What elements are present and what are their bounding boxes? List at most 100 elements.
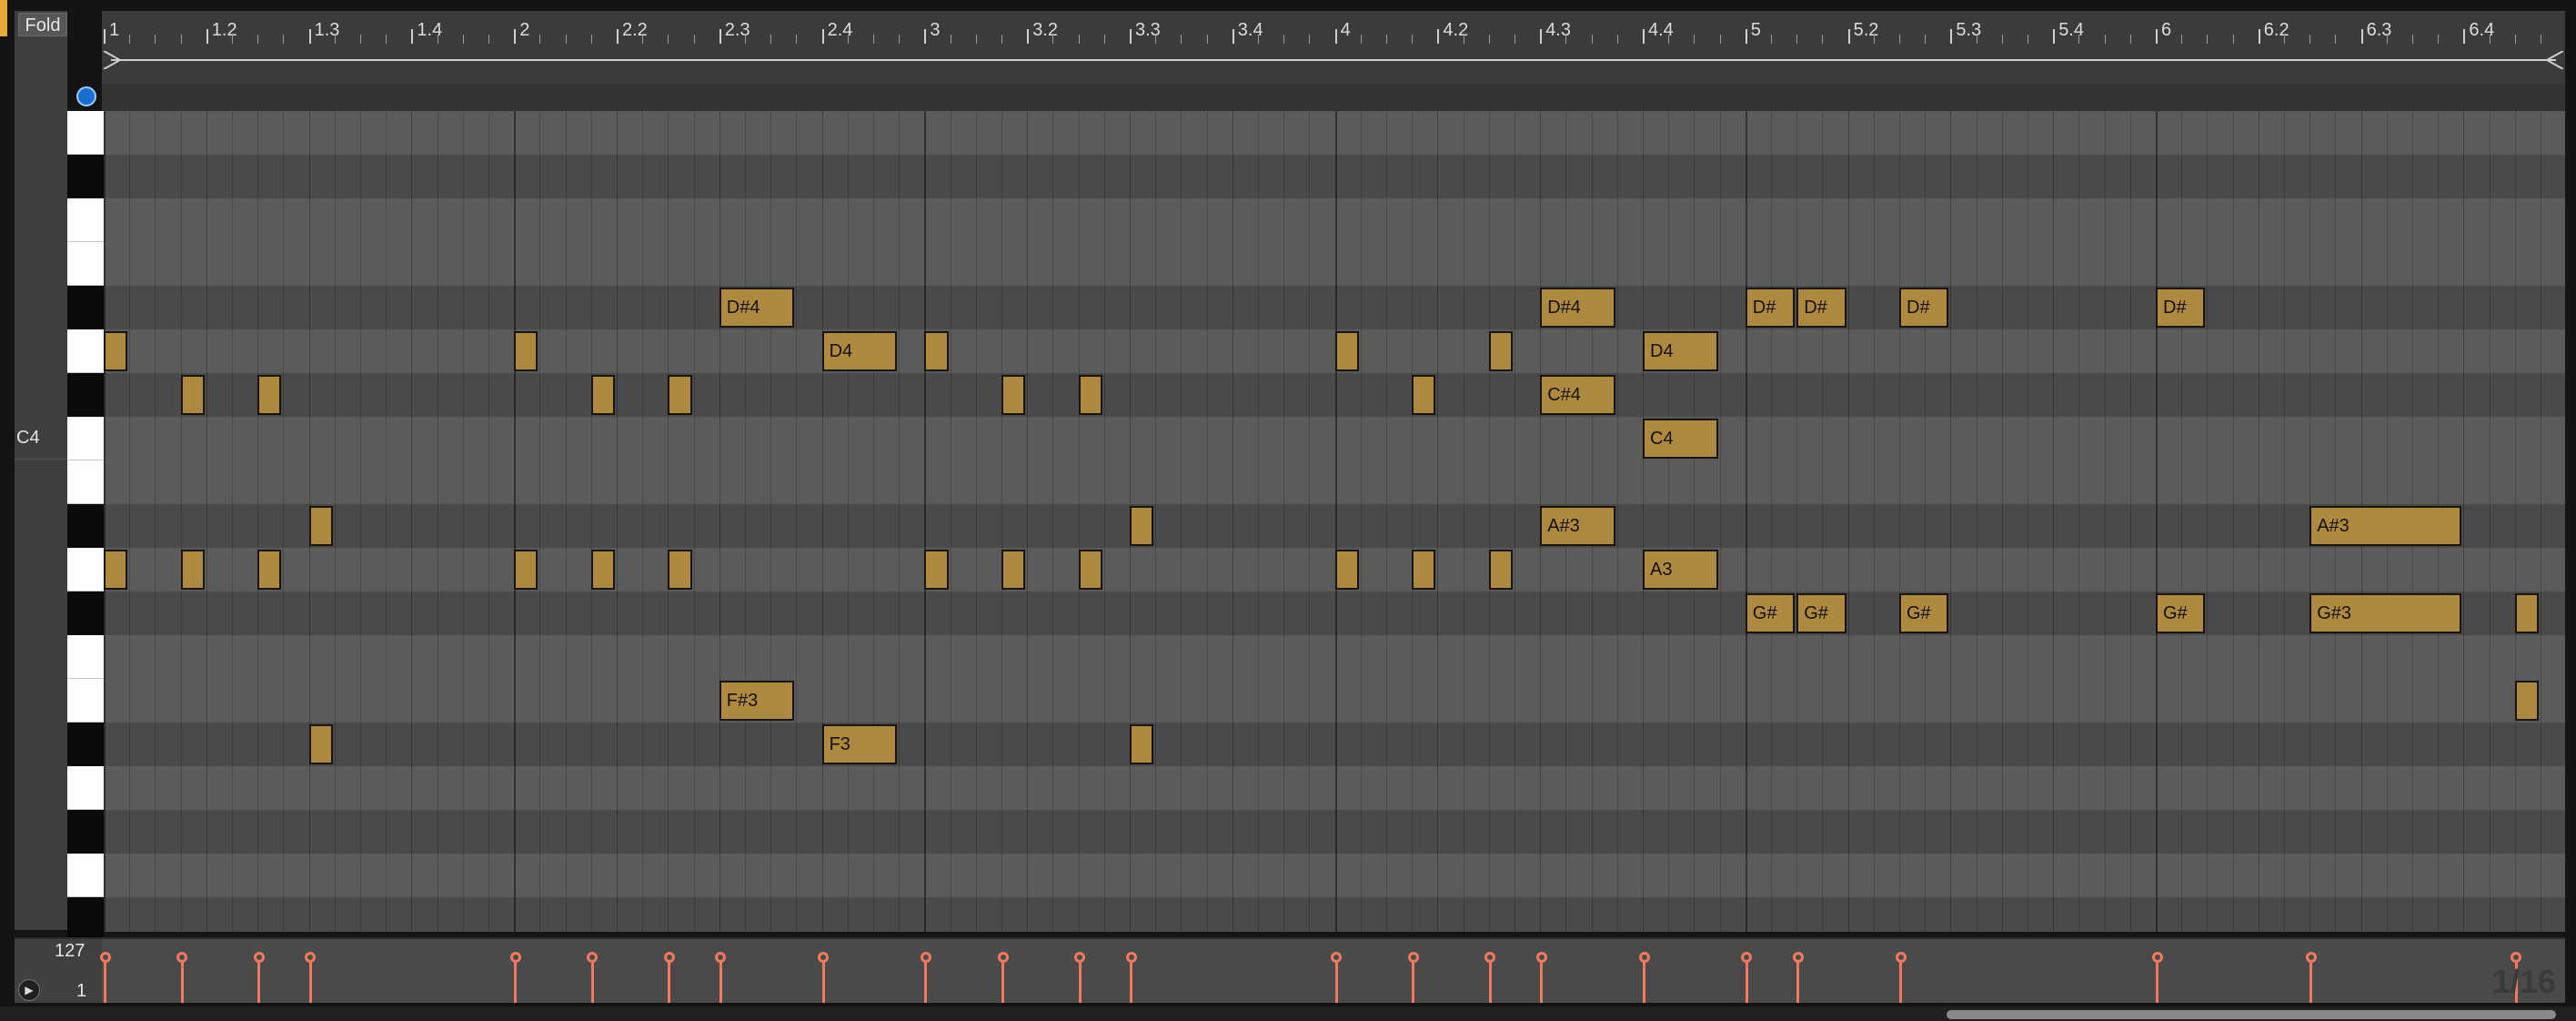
midi-note[interactable]: C#4 — [1540, 375, 1615, 415]
midi-note[interactable] — [924, 550, 949, 590]
midi-note[interactable] — [1412, 550, 1436, 590]
midi-note[interactable] — [514, 331, 538, 371]
white-key[interactable] — [67, 854, 104, 897]
midi-note[interactable]: A#3 — [2309, 506, 2462, 546]
white-key[interactable] — [67, 417, 104, 460]
midi-note[interactable] — [180, 375, 205, 415]
midi-note[interactable] — [1488, 331, 1513, 371]
velocity-handle[interactable] — [253, 952, 265, 963]
velocity-stem[interactable] — [590, 959, 594, 1003]
velocity-stem[interactable] — [924, 959, 928, 1003]
velocity-handle[interactable] — [715, 952, 727, 963]
white-key[interactable] — [67, 766, 104, 810]
black-key[interactable] — [67, 155, 104, 198]
midi-note[interactable] — [1334, 550, 1359, 590]
velocity-handle[interactable] — [1074, 952, 1086, 963]
velocity-handle[interactable] — [1638, 952, 1650, 963]
velocity-handle[interactable] — [176, 952, 188, 963]
scrollbar-thumb[interactable] — [1947, 1010, 2556, 1019]
midi-note[interactable] — [308, 724, 333, 764]
velocity-stem[interactable] — [308, 959, 312, 1003]
velocity-handle[interactable] — [2511, 952, 2522, 963]
fold-button[interactable]: Fold — [18, 13, 67, 36]
white-key[interactable] — [67, 635, 104, 679]
midi-note[interactable]: C4 — [1643, 419, 1718, 459]
velocity-handle[interactable] — [997, 952, 1009, 963]
midi-note[interactable] — [104, 331, 128, 371]
velocity-stem[interactable] — [514, 959, 518, 1003]
velocity-handle[interactable] — [1792, 952, 1804, 963]
velocity-stem[interactable] — [1745, 959, 1748, 1003]
velocity-handle[interactable] — [663, 952, 675, 963]
white-key[interactable] — [67, 329, 104, 373]
velocity-handle[interactable] — [587, 952, 599, 963]
clip-start-marker-icon[interactable] — [76, 86, 96, 106]
velocity-stem[interactable] — [1643, 959, 1645, 1003]
velocity-stem[interactable] — [2156, 959, 2158, 1003]
velocity-stem[interactable] — [1412, 959, 1415, 1003]
velocity-stem[interactable] — [2309, 959, 2313, 1003]
velocity-handle[interactable] — [1125, 952, 1137, 963]
velocity-editor[interactable]: 127 1 ▶ — [15, 937, 2565, 1003]
velocity-handle[interactable] — [1331, 952, 1343, 963]
midi-note[interactable] — [924, 331, 949, 371]
velocity-stem[interactable] — [1899, 959, 1902, 1003]
midi-note[interactable]: F3 — [821, 724, 898, 764]
white-key[interactable] — [67, 679, 104, 723]
midi-note[interactable] — [1001, 375, 1026, 415]
black-key[interactable] — [67, 504, 104, 548]
midi-note[interactable]: D# — [1899, 288, 1949, 328]
velocity-handle[interactable] — [1741, 952, 1753, 963]
velocity-handle[interactable] — [1484, 952, 1496, 963]
midi-note[interactable]: G#3 — [2309, 593, 2462, 633]
white-key[interactable] — [67, 198, 104, 242]
white-key[interactable] — [67, 111, 104, 155]
midi-note[interactable] — [668, 550, 692, 590]
velocity-stem[interactable] — [1001, 959, 1004, 1003]
velocity-handle[interactable] — [1535, 952, 1547, 963]
velocity-handle[interactable] — [1895, 952, 1907, 963]
midi-note[interactable]: D#4 — [1540, 288, 1615, 328]
midi-note[interactable]: A#3 — [1540, 506, 1615, 546]
scroll-zoom-strip[interactable] — [102, 84, 2565, 111]
midi-note[interactable] — [1334, 331, 1359, 371]
midi-note[interactable]: A3 — [1643, 550, 1718, 590]
midi-note[interactable]: G# — [1796, 593, 1846, 633]
velocity-handle[interactable] — [509, 952, 521, 963]
midi-note[interactable]: G# — [1899, 593, 1949, 633]
midi-note[interactable] — [1078, 550, 1102, 590]
loop-brace[interactable] — [102, 51, 2565, 69]
velocity-stem[interactable] — [719, 959, 722, 1003]
black-key[interactable] — [67, 810, 104, 854]
velocity-stem[interactable] — [1130, 959, 1132, 1003]
midi-note[interactable] — [180, 550, 205, 590]
beat-time-ruler[interactable]: 1 1.2 1.3 1.4 2 2.2 2.3 2.4 3 3.2 3.3 3.4 4 4.2 4.3 4.4… — [102, 11, 2565, 85]
midi-note[interactable]: D#4 — [719, 288, 795, 328]
midi-note[interactable]: G# — [1745, 593, 1796, 633]
velocity-handle[interactable] — [2305, 952, 2317, 963]
preview-play-icon[interactable]: ▶ — [18, 979, 40, 1001]
velocity-stem[interactable] — [1078, 959, 1082, 1003]
velocity-stem[interactable] — [1540, 959, 1544, 1003]
velocity-handle[interactable] — [1407, 952, 1419, 963]
black-key[interactable] — [67, 723, 104, 766]
midi-note[interactable] — [1488, 550, 1513, 590]
black-key[interactable] — [67, 373, 104, 417]
midi-note[interactable] — [590, 550, 615, 590]
white-key[interactable] — [67, 460, 104, 504]
note-grid[interactable]: D#4 F#3 D4 F3 D#4 C#4 A#3 D4 C4 A3 D# G# D# G# D# G# D# G… — [104, 111, 2565, 932]
velocity-handle[interactable] — [305, 952, 317, 963]
velocity-handle[interactable] — [2151, 952, 2163, 963]
velocity-stem[interactable] — [1796, 959, 1800, 1003]
midi-note[interactable] — [1130, 724, 1154, 764]
black-key[interactable] — [67, 591, 104, 635]
midi-note[interactable]: F#3 — [719, 681, 795, 721]
black-key[interactable] — [67, 286, 104, 329]
midi-note[interactable] — [308, 506, 333, 546]
velocity-stem[interactable] — [821, 959, 825, 1003]
midi-note[interactable] — [1130, 506, 1154, 546]
velocity-stem[interactable] — [104, 959, 106, 1003]
midi-note[interactable] — [2514, 681, 2539, 721]
white-key[interactable] — [67, 242, 104, 286]
piano-keyboard[interactable] — [67, 111, 104, 941]
